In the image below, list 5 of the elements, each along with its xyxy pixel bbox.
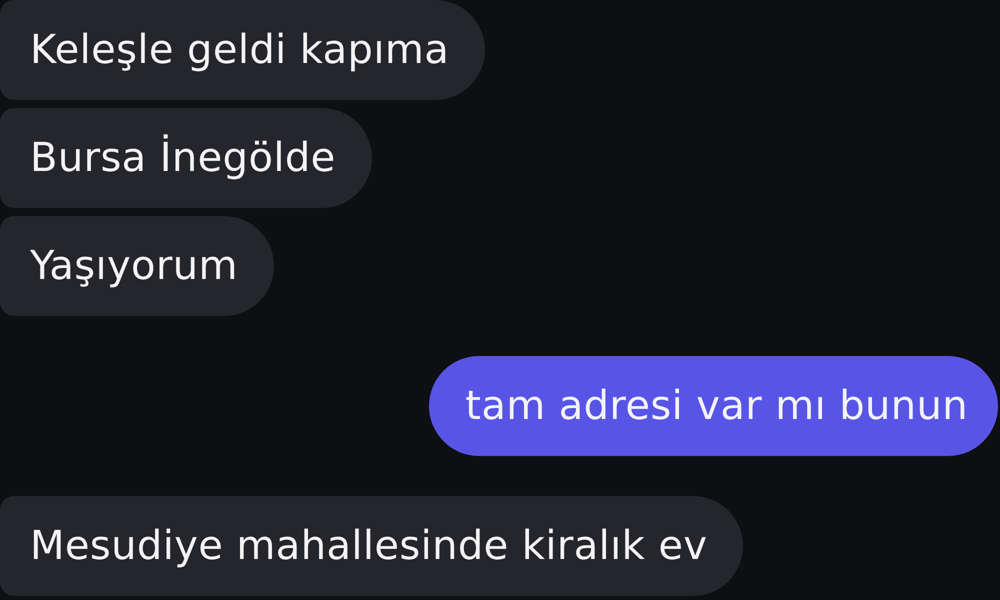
message-bubble: tam adresi var mı bunun: [429, 356, 998, 456]
message-bubble: Keleşle geldi kapıma: [0, 0, 486, 100]
message-bubble: Bursa İnegölde: [0, 108, 372, 208]
message-bubble: Yaşıyorum: [0, 216, 274, 316]
message-bubble: Mesudiye mahallesinde kiralık ev: [0, 496, 744, 596]
